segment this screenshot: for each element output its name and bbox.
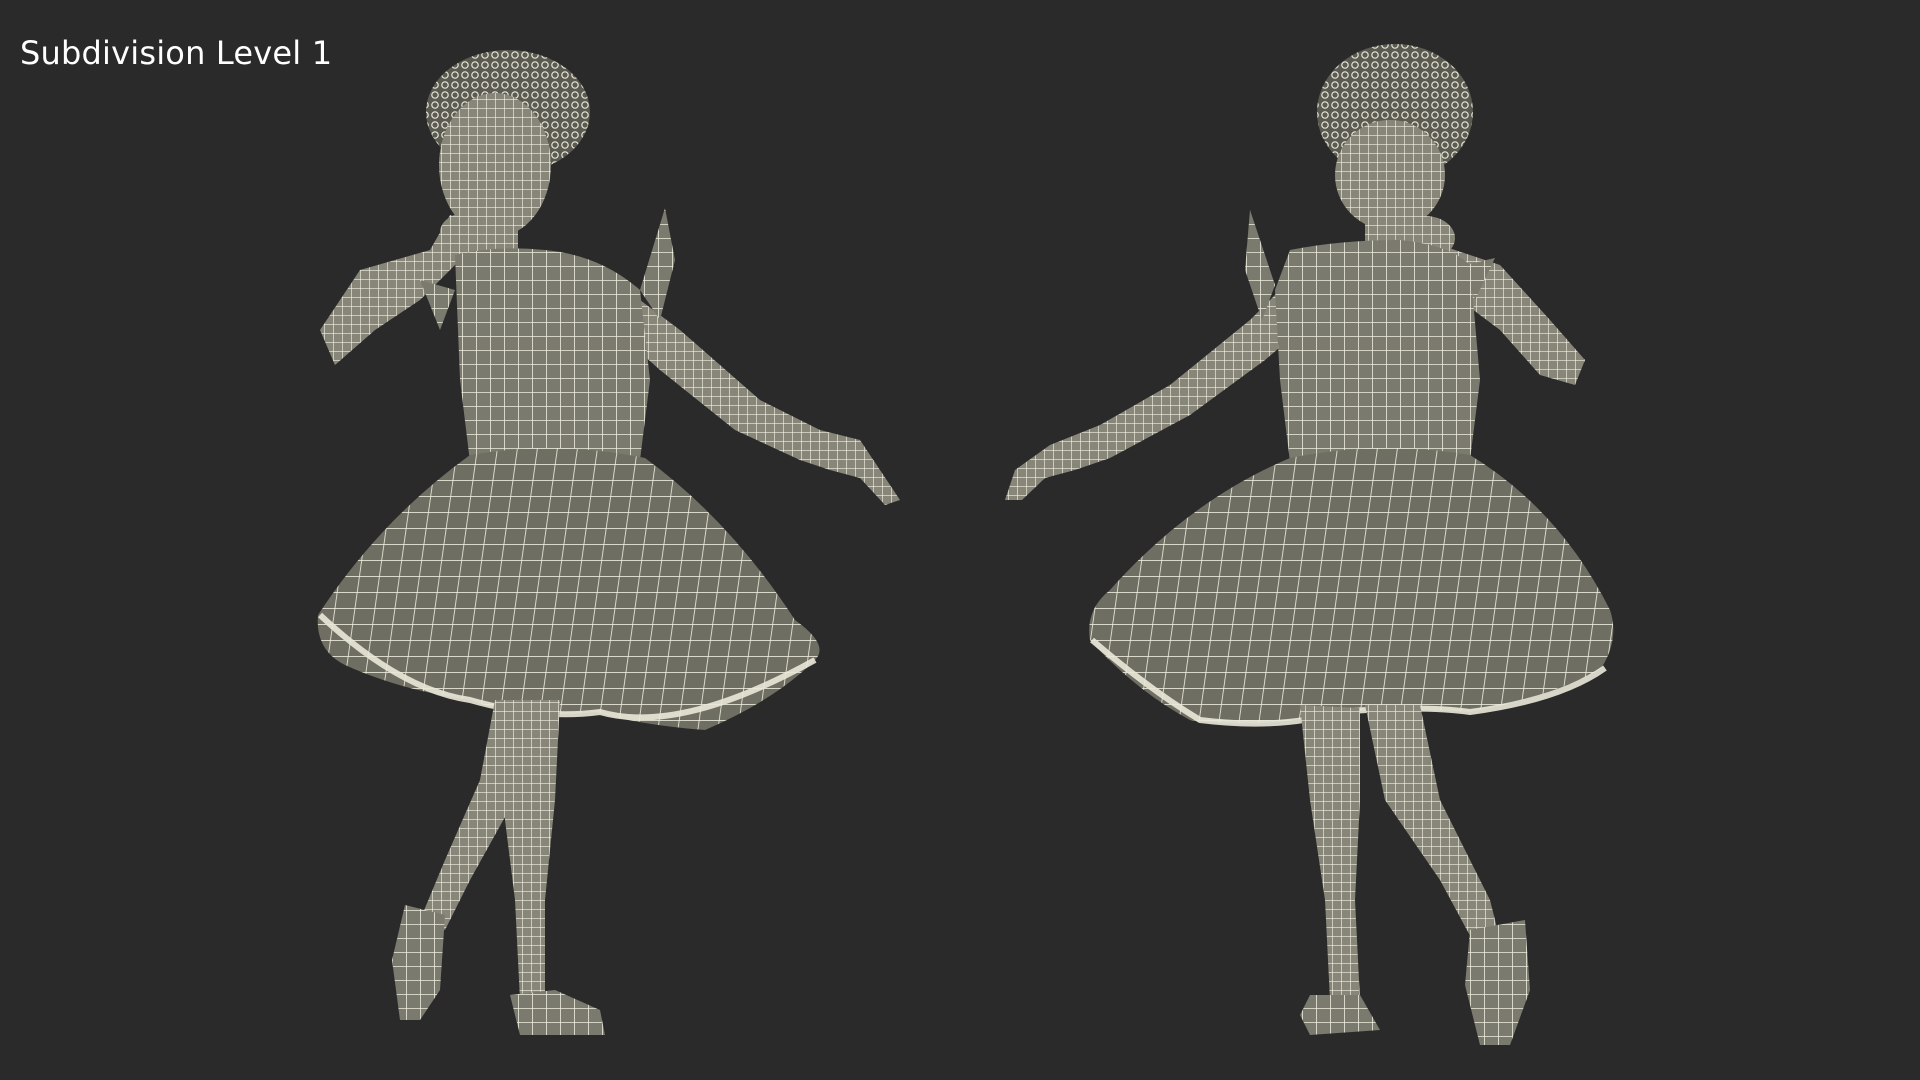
front-right-shoe bbox=[510, 990, 605, 1035]
back-left-arm bbox=[1005, 290, 1300, 500]
back-right-leg bbox=[1365, 705, 1500, 945]
front-bodice bbox=[455, 248, 650, 462]
back-bodice bbox=[1275, 240, 1480, 462]
back-skirt bbox=[1089, 448, 1614, 724]
back-figure bbox=[1005, 44, 1614, 1045]
back-right-shoe bbox=[1465, 920, 1530, 1045]
back-left-shoe bbox=[1300, 995, 1380, 1035]
wireframe-figures bbox=[317, 44, 1614, 1045]
front-skirt bbox=[317, 448, 820, 730]
front-figure bbox=[317, 50, 900, 1035]
front-left-shoe bbox=[392, 905, 445, 1020]
viewport-render: Subdivision Level 1 bbox=[0, 0, 1920, 1080]
back-left-leg bbox=[1300, 705, 1360, 1000]
